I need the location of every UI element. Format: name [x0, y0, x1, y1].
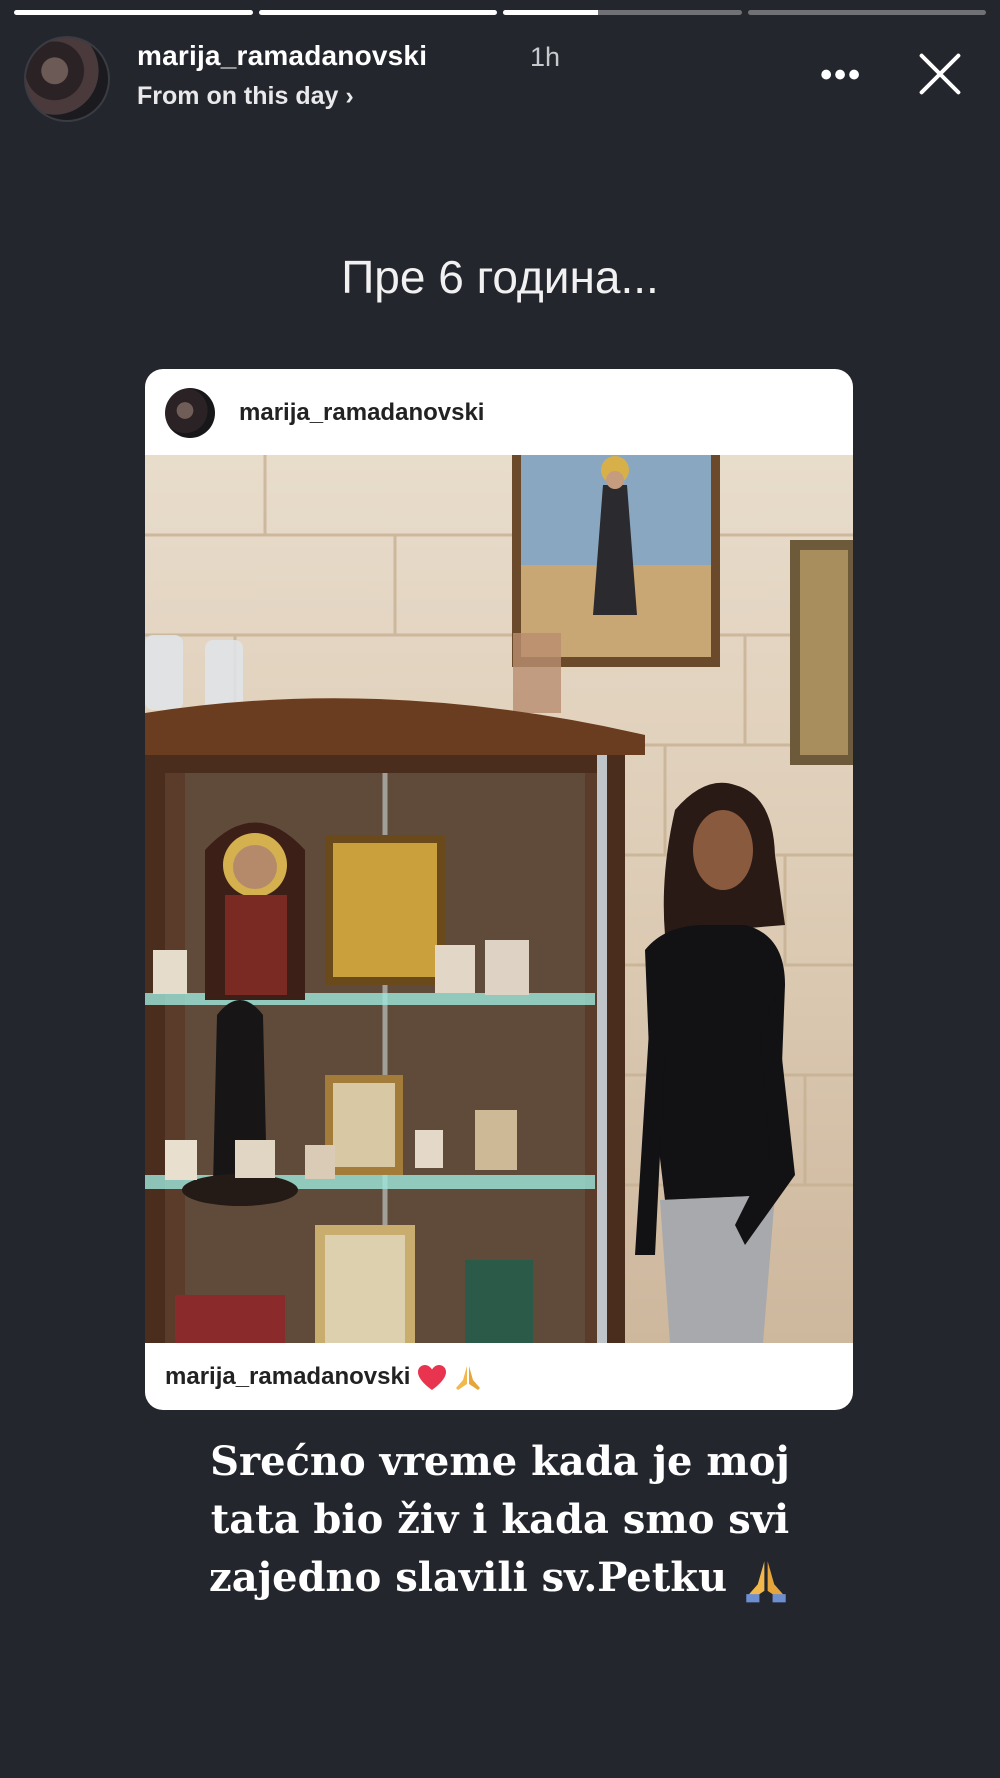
progress-segment [14, 10, 253, 15]
post-username: marija_ramadanovski [239, 399, 485, 426]
caption-line-2: tata bio živ i kada smo svi [210, 1496, 790, 1543]
progress-segment [747, 10, 986, 15]
caption-line-1: Srećno vreme kada je moj [210, 1438, 790, 1485]
post-caption-username: marija_ramadanovski [165, 1363, 411, 1390]
shared-post-card[interactable]: marija_ramadanovski marija_ramadanovski [145, 369, 853, 1410]
heart-icon [418, 1364, 447, 1390]
story-header: marija_ramadanovski 1h From on this day … [24, 36, 980, 126]
praying-hands-icon [746, 1561, 786, 1603]
post-caption: marija_ramadanovski [145, 1343, 853, 1410]
memory-caption: Пре 6 година... [341, 251, 659, 303]
story-progress-bar [14, 10, 986, 15]
photo-illustration [145, 455, 853, 1343]
post-avatar [165, 388, 215, 438]
progress-segment [258, 10, 497, 15]
story-username[interactable]: marija_ramadanovski [137, 40, 427, 72]
caption-line-3: zajedno slavili sv.Petku [0, 1549, 1000, 1607]
praying-hands-icon [455, 1365, 480, 1390]
story-text-caption: Srećno vreme kada je moj tata bio živ i … [0, 1433, 1000, 1607]
story-time: 1h [530, 42, 561, 72]
post-photo [145, 455, 853, 1343]
progress-segment [503, 10, 742, 15]
caption-line-3-text: zajedno slavili sv.Petku [209, 1554, 728, 1601]
post-header: marija_ramadanovski [145, 369, 853, 455]
profile-avatar[interactable] [24, 36, 110, 122]
close-icon[interactable] [914, 48, 966, 100]
memory-link[interactable]: From on this day › [137, 82, 354, 111]
more-options-icon[interactable]: ••• [820, 56, 862, 95]
